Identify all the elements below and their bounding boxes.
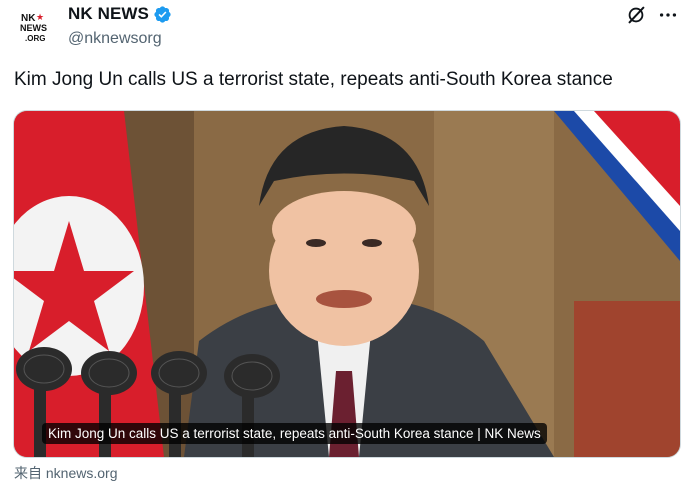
avatar[interactable]: NK ★ NEWS .ORG: [16, 8, 56, 48]
svg-text:NEWS: NEWS: [20, 23, 47, 33]
more-icon[interactable]: [657, 4, 679, 26]
card-source-link[interactable]: 来自 nknews.org: [14, 463, 117, 483]
display-name[interactable]: NK NEWS: [68, 4, 149, 24]
nk-news-logo: NK ★ NEWS .ORG: [16, 8, 56, 48]
link-card-image[interactable]: Kim Jong Un calls US a terrorist state, …: [13, 110, 681, 458]
verified-badge-icon: [154, 5, 171, 23]
kim-jong-un-photo: [14, 111, 680, 457]
handle[interactable]: @nknewsorg: [68, 30, 172, 48]
author-block: NK NEWS @nknewsorg: [68, 4, 172, 48]
grok-icon[interactable]: [625, 4, 647, 26]
svg-text:★: ★: [36, 13, 44, 23]
card-caption: Kim Jong Un calls US a terrorist state, …: [42, 423, 547, 444]
svg-text:.ORG: .ORG: [25, 34, 45, 43]
tweet-text: Kim Jong Un calls US a terrorist state, …: [14, 69, 613, 90]
tweet-actions: [625, 4, 679, 26]
